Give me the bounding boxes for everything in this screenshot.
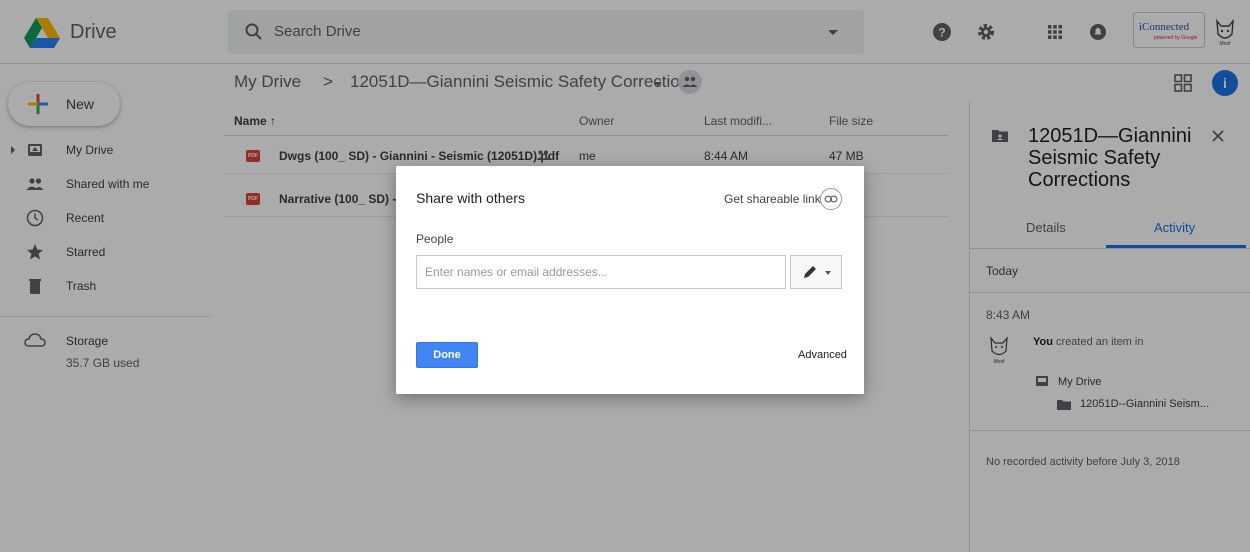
get-shareable-link[interactable]: Get shareable link bbox=[724, 192, 821, 206]
pencil-edit-icon bbox=[804, 266, 816, 278]
chevron-down-icon bbox=[825, 271, 831, 275]
people-input[interactable] bbox=[416, 255, 786, 289]
advanced-link[interactable]: Advanced bbox=[798, 349, 847, 361]
permission-dropdown[interactable] bbox=[790, 255, 842, 289]
link-icon[interactable] bbox=[820, 188, 842, 210]
dialog-title: Share with others bbox=[416, 190, 525, 206]
share-dialog: Share with others Get shareable link Peo… bbox=[396, 166, 864, 394]
people-label: People bbox=[416, 232, 454, 246]
done-button[interactable]: Done bbox=[416, 342, 478, 368]
